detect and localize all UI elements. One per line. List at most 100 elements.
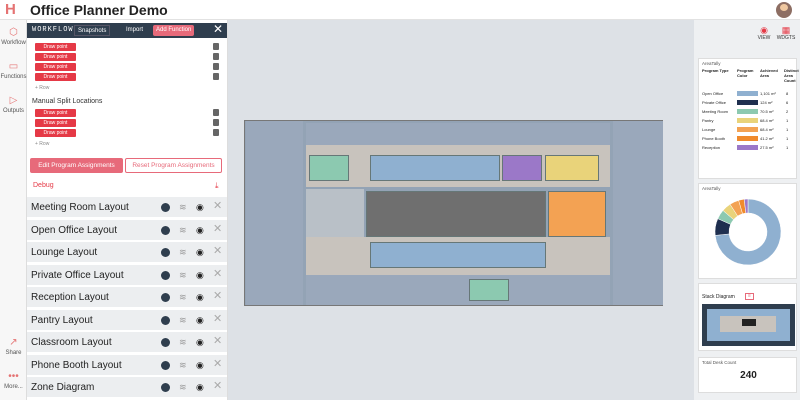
achieved-area: 1,101 m² [760,91,776,96]
layers-icon[interactable]: ≋ [179,225,188,235]
draw-point-button[interactable]: Draw point [35,119,76,127]
layout-row[interactable]: Private Office Layout ≋ ◉ ✕ [27,264,227,286]
program-color-swatch [737,109,758,114]
program-type: Private Office [702,100,726,105]
color-dot-icon[interactable] [161,248,170,257]
stack-menu-icon[interactable]: ≡ [745,293,754,300]
add-function-button[interactable]: Add Function [153,25,195,36]
debug-label[interactable]: Debug [33,182,54,189]
color-dot-icon[interactable] [161,225,170,235]
table-row: Private Office 124 m² 6 [702,99,796,107]
color-dot-icon[interactable] [161,360,170,370]
core-area [366,191,546,237]
color-dot-icon[interactable] [161,270,170,280]
add-row-link[interactable]: + Row [35,85,49,91]
layout-row[interactable]: Meeting Room Layout ≋ ◉ ✕ [27,197,227,218]
trash-icon[interactable] [213,109,219,116]
eye-icon[interactable]: ◉ [196,202,207,212]
add-row-link[interactable]: + Row [35,141,49,147]
color-dot-icon[interactable] [161,338,170,347]
layout-row[interactable]: Reception Layout ≋ ◉ ✕ [27,287,227,308]
floor-plan-canvas[interactable] [228,20,694,400]
layers-icon[interactable]: ≋ [179,382,188,392]
rail-item-more[interactable]: ••• More... [0,372,27,391]
layout-row[interactable]: Classroom Layout ≋ ◉ ✕ [27,332,227,353]
trash-icon[interactable] [213,63,219,70]
layout-row[interactable]: Lounge Layout ≋ ◉ ✕ [27,242,227,263]
edit-program-assignments-button[interactable]: Edit Program Assignments [30,158,123,173]
layout-row[interactable]: Zone Diagram ≋ ◉ ✕ [27,377,227,398]
eye-icon[interactable]: ◉ [196,315,207,325]
layers-icon[interactable]: ≋ [179,315,188,325]
close-icon[interactable]: ✕ [213,268,222,280]
draw-point-button[interactable]: Draw point [35,109,76,117]
trash-icon[interactable] [213,119,219,126]
close-icon[interactable]: ✕ [213,358,222,370]
layers-icon[interactable]: ≋ [179,360,188,370]
program-color-swatch [737,91,758,96]
close-icon[interactable]: ✕ [213,336,222,347]
layout-name: Classroom Layout [31,337,112,348]
draw-point-button[interactable]: Draw point [35,63,76,71]
color-dot-icon[interactable] [161,293,170,302]
layers-icon[interactable]: ≋ [179,270,188,280]
workflow-toolbar: WORKFLOW Snapshots Import Add Function ✕ [27,23,227,38]
eye-icon[interactable]: ◉ [196,225,207,235]
area-count: 8 [786,91,789,96]
close-icon[interactable]: ✕ [213,381,222,392]
share-icon: ↗ [9,337,18,348]
layers-icon[interactable]: ≋ [179,292,188,302]
program-color-swatch [737,118,758,123]
reset-program-assignments-button[interactable]: Reset Program Assignments [125,158,222,173]
trash-icon[interactable] [213,129,219,136]
rail-item-workflow[interactable]: ⬡ Workflow [0,27,27,47]
achieved-area: 124 m² [760,100,773,105]
close-icon[interactable]: ✕ [213,246,222,257]
close-icon[interactable]: ✕ [213,291,222,302]
workflow-icon: ⬡ [9,27,18,38]
eye-icon[interactable]: ◉ [196,247,207,257]
draw-point-button[interactable]: Draw point [35,53,76,61]
layers-icon[interactable]: ≋ [179,247,188,257]
desk-count-value: 240 [740,370,757,381]
trash-icon[interactable] [213,43,219,50]
rail-item-functions[interactable]: ▭ Functions [0,62,27,81]
layers-icon[interactable]: ≋ [179,202,188,212]
draw-point-button[interactable]: Draw point [35,43,76,51]
widgets-panel: ◉ VIEW ▦ WDGTS AreaTally Program Type Prog… [694,20,800,400]
download-icon[interactable]: ⤓ [215,182,222,190]
trash-icon[interactable] [213,73,219,80]
program-color-swatch [737,100,758,105]
layout-row[interactable]: Open Office Layout ≋ ◉ ✕ [27,219,227,241]
layout-name: Pantry Layout [31,314,93,326]
eye-icon[interactable]: ◉ [196,270,207,280]
color-dot-icon[interactable] [161,203,170,212]
rail-item-outputs[interactable]: ▷ Outputs [0,96,27,115]
app-logo-icon[interactable]: H [5,2,19,18]
rail-item-share[interactable]: ↗ Share [0,337,27,357]
layout-row[interactable]: Pantry Layout ≋ ◉ ✕ [27,309,227,331]
eye-icon[interactable]: ◉ [196,360,207,370]
draw-point-button[interactable]: Draw point [35,129,76,137]
close-icon[interactable]: ✕ [213,201,222,212]
trash-icon[interactable] [213,53,219,60]
layers-icon[interactable]: ≋ [179,337,188,347]
close-icon[interactable]: ✕ [210,23,226,35]
eye-icon[interactable]: ◉ [196,337,207,347]
view-button[interactable]: ◉ VIEW [754,26,774,42]
snapshots-button[interactable]: Snapshots [74,25,111,36]
widgets-button[interactable]: ▦ WDGTS [776,26,796,42]
close-icon[interactable]: ✕ [213,223,222,235]
open-office-zone-top [306,123,610,145]
draw-point-button[interactable]: Draw point [35,73,76,81]
floor-plan [244,120,663,306]
user-avatar[interactable] [776,2,792,18]
layout-row[interactable]: Phone Booth Layout ≋ ◉ ✕ [27,354,227,376]
eye-icon[interactable]: ◉ [196,292,207,302]
manual-split-title: Manual Split Locations [32,98,103,105]
color-dot-icon[interactable] [161,383,170,392]
eye-icon[interactable]: ◉ [196,382,207,392]
import-button[interactable]: Import [123,25,146,36]
color-dot-icon[interactable] [161,315,170,325]
close-icon[interactable]: ✕ [213,313,222,325]
